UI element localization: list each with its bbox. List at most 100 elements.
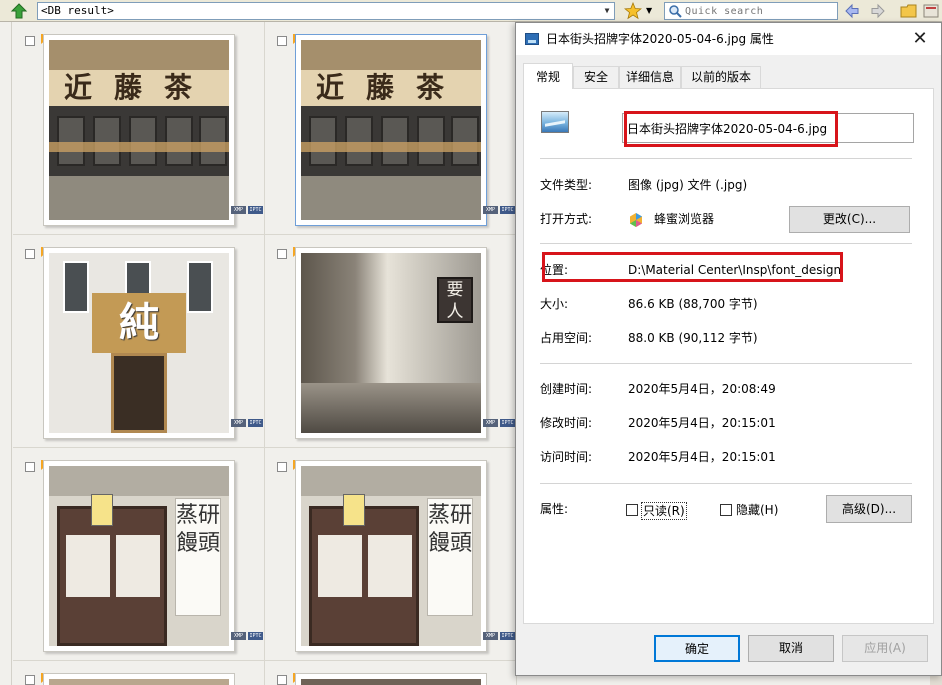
created-label: 创建时间:: [540, 382, 593, 396]
thumbnail-cell[interactable]: 近藤茶舗 XMP IPTC: [13, 22, 265, 235]
iptc-badge: IPTC: [248, 632, 263, 640]
attributes-label: 属性:: [540, 502, 569, 516]
size-label: 大小:: [540, 297, 569, 311]
iptc-badge: IPTC: [248, 206, 263, 214]
change-button[interactable]: 更改(C)...: [789, 206, 910, 233]
shop-sign-text: 近藤茶舗: [49, 70, 229, 140]
image-file-icon: [541, 111, 569, 133]
iptc-badge: IPTC: [500, 206, 515, 214]
thumbnail-checkbox[interactable]: [25, 249, 35, 259]
cancel-button[interactable]: 取消: [748, 635, 834, 662]
open-with-label: 打开方式:: [540, 212, 593, 226]
hidden-checkbox[interactable]: [720, 504, 732, 516]
photo-alley: 要人: [301, 253, 481, 433]
quick-search-box[interactable]: [664, 2, 838, 20]
star-icon: [624, 2, 642, 20]
thumbnail-checkbox[interactable]: [277, 675, 287, 685]
photo-tea-shop: 近藤茶舗: [301, 40, 481, 220]
shop-sign-text: 蒸研饅頭: [175, 498, 221, 616]
back-arrow-icon[interactable]: [10, 2, 28, 20]
accessed-label: 访问时间:: [540, 450, 593, 464]
folder-icon[interactable]: [900, 2, 918, 20]
thumbnail-checkbox[interactable]: [25, 675, 35, 685]
thumbnail-checkbox[interactable]: [25, 462, 35, 472]
photo-bun-shop: 蒸研饅頭: [49, 466, 229, 646]
created-value: 2020年5月4日，20:08:49: [628, 382, 776, 396]
xmp-badge: XMP: [231, 206, 246, 214]
path-field[interactable]: <DB result> ▼: [37, 2, 615, 20]
close-button[interactable]: ✕: [906, 27, 934, 51]
divider: [540, 483, 912, 484]
favorites-button[interactable]: ▼: [622, 2, 658, 20]
thumbnail-checkbox[interactable]: [25, 36, 35, 46]
xmp-badge: XMP: [231, 632, 246, 640]
grid-left-margin: [0, 22, 12, 685]
thumbnail-image[interactable]: 要人: [295, 247, 487, 439]
search-icon: [669, 5, 682, 18]
open-with-value: 蜂蜜浏览器: [654, 212, 715, 226]
advanced-button[interactable]: 高级(D)...: [826, 495, 912, 523]
thumbnail-image[interactable]: 近藤茶舗: [295, 34, 487, 226]
quick-search-input[interactable]: [685, 3, 835, 19]
chevron-down-icon[interactable]: ▼: [600, 3, 614, 19]
size-value: 86.6 KB (88,700 字节): [628, 297, 758, 311]
chevron-down-icon[interactable]: ▼: [646, 6, 652, 15]
properties-dialog: 日本街头招牌字体2020-05-04-6.jpg 属性 ✕ 常规 安全 详细信息…: [515, 22, 942, 676]
thumbnail-checkbox[interactable]: [277, 249, 287, 259]
dialog-title: 日本街头招牌字体2020-05-04-6.jpg 属性: [546, 32, 774, 46]
shop-sign-text: 要人: [437, 277, 473, 323]
iptc-badge: IPTC: [248, 419, 263, 427]
thumbnail-image[interactable]: 純: [43, 247, 235, 439]
xmp-badge: XMP: [231, 419, 246, 427]
thumbnail-image[interactable]: 近藤茶舗: [43, 34, 235, 226]
disk-size-label: 占用空间:: [540, 331, 593, 345]
iptc-badge: IPTC: [500, 632, 515, 640]
file-type-label: 文件类型:: [540, 178, 593, 192]
forward-nav-icon[interactable]: [869, 2, 887, 20]
shop-sign-text: 近藤茶舗: [301, 70, 481, 140]
ok-button[interactable]: 确定: [654, 635, 740, 662]
thumbnail-cell[interactable]: 蒸研饅頭 XMP IPTC: [265, 448, 517, 661]
thumbnail-image[interactable]: [43, 673, 235, 685]
photo-tea-shop: 近藤茶舗: [49, 40, 229, 220]
thumbnail-image[interactable]: 蒸研饅頭: [295, 460, 487, 652]
honeyview-app-icon: [630, 213, 642, 227]
options-icon[interactable]: [922, 2, 940, 20]
back-nav-icon[interactable]: [843, 2, 861, 20]
shop-sign-text: 純: [119, 299, 159, 346]
readonly-checkbox[interactable]: [626, 504, 638, 516]
iptc-badge: IPTC: [500, 419, 515, 427]
modified-value: 2020年5月4日，20:15:01: [628, 416, 776, 430]
divider: [540, 158, 912, 159]
tab-previous-versions[interactable]: 以前的版本: [681, 66, 761, 88]
general-tab-panel: 文件类型: 图像 (jpg) 文件 (.jpg) 打开方式: 蜂蜜浏览器 更改(…: [523, 88, 934, 624]
image-file-icon: [525, 33, 539, 45]
xmp-badge: XMP: [483, 632, 498, 640]
thumbnail-checkbox[interactable]: [277, 36, 287, 46]
readonly-label[interactable]: 只读(R): [641, 502, 687, 520]
thumbnail-cell[interactable]: [265, 661, 517, 685]
xmp-badge: XMP: [483, 419, 498, 427]
divider: [540, 363, 912, 364]
thumbnail-cell-selected[interactable]: 近藤茶舗 XMP IPTC: [265, 22, 517, 235]
hidden-label[interactable]: 隐藏(H): [736, 502, 778, 518]
file-name-field[interactable]: [622, 113, 914, 143]
tab-general[interactable]: 常规: [523, 63, 573, 89]
modified-label: 修改时间:: [540, 416, 593, 430]
apply-button[interactable]: 应用(A): [842, 635, 928, 662]
thumbnail-cell[interactable]: 要人 XMP IPTC: [265, 235, 517, 448]
photo-bun-shop: 蒸研饅頭: [301, 466, 481, 646]
tab-security[interactable]: 安全: [573, 66, 619, 88]
thumbnail-checkbox[interactable]: [277, 462, 287, 472]
thumbnail-image[interactable]: [295, 673, 487, 685]
location-value: D:\Material Center\Insp\font_design: [628, 263, 842, 277]
photo-white-building: 純: [49, 253, 229, 433]
thumbnail-image[interactable]: 蒸研饅頭: [43, 460, 235, 652]
thumbnail-cell[interactable]: 蒸研饅頭 XMP IPTC: [13, 448, 265, 661]
path-text: <DB result>: [41, 4, 114, 17]
thumbnail-cell[interactable]: 純 XMP IPTC: [13, 235, 265, 448]
dialog-titlebar[interactable]: 日本街头招牌字体2020-05-04-6.jpg 属性 ✕: [516, 23, 941, 55]
tab-details[interactable]: 详细信息: [619, 66, 681, 88]
thumbnail-cell[interactable]: [13, 661, 265, 685]
file-type-value: 图像 (jpg) 文件 (.jpg): [628, 178, 748, 192]
